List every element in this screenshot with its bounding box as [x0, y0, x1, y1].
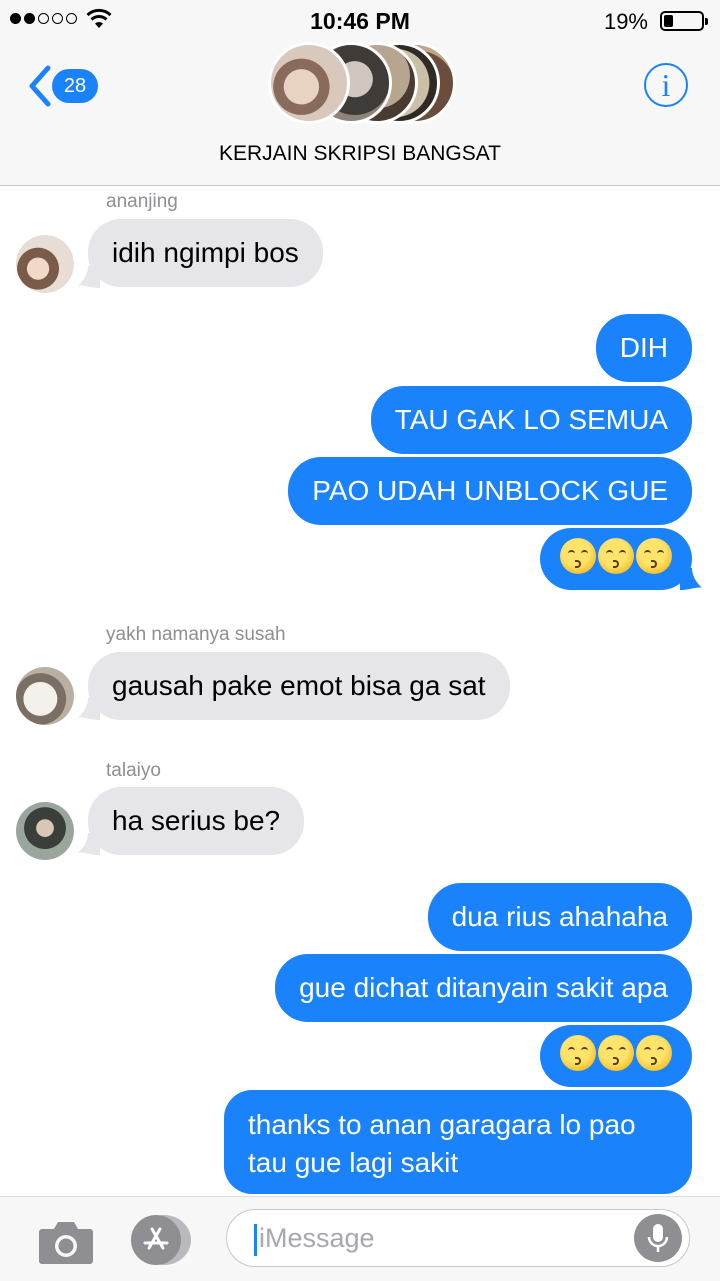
text-cursor [254, 1224, 257, 1256]
kissing-face-emoji [560, 538, 596, 574]
sender-name: talaiyo [106, 760, 161, 781]
status-bar: 10:46 PM 19% [0, 0, 720, 42]
chevron-left-icon [29, 65, 51, 107]
message-input-bar [0, 1196, 720, 1281]
message-input[interactable] [259, 1220, 619, 1256]
unread-count-badge: 28 [52, 69, 98, 103]
message-field[interactable] [226, 1209, 690, 1267]
app-store-button[interactable] [131, 1215, 191, 1265]
back-button[interactable]: 28 [26, 64, 98, 108]
battery-icon [660, 11, 708, 31]
group-avatars[interactable] [268, 42, 458, 126]
outgoing-message[interactable]: TAU GAK LO SEMUA [370, 386, 692, 454]
kissing-face-emoji [598, 538, 634, 574]
group-name[interactable]: KERJAIN SKRIPSI BANGSAT [0, 142, 720, 166]
outgoing-emoji-message[interactable] [540, 1025, 692, 1087]
incoming-message[interactable]: idih ngimpi bos [88, 219, 323, 287]
outgoing-message[interactable]: thanks to anan garagara lo pao tau gue l… [224, 1090, 692, 1194]
incoming-message[interactable]: gausah pake emot bisa ga sat [88, 652, 510, 720]
battery-nub [705, 18, 708, 25]
bubble-tail [680, 568, 702, 590]
kissing-face-emoji [636, 1035, 672, 1071]
outgoing-message[interactable]: DIH [595, 314, 692, 382]
battery-percentage: 19% [603, 9, 648, 34]
battery-fill [664, 15, 673, 27]
conversation-header: 10:46 PM 19% 28 KERJAIN SKRIPSI BANGSAT … [0, 0, 720, 186]
avatar[interactable] [16, 667, 74, 725]
info-button[interactable]: i [644, 63, 688, 107]
avatar[interactable] [16, 802, 74, 860]
app-store-icon [131, 1215, 181, 1265]
camera-icon[interactable] [38, 1219, 94, 1265]
microphone-icon[interactable] [634, 1214, 682, 1262]
avatar[interactable] [16, 235, 74, 293]
outgoing-message[interactable]: dua rius ahahaha [427, 883, 692, 951]
outgoing-emoji-message[interactable] [540, 528, 692, 590]
avatar [268, 42, 350, 124]
incoming-message[interactable]: ha serius be? [88, 787, 305, 855]
kissing-face-emoji [636, 538, 672, 574]
kissing-face-emoji [598, 1035, 634, 1071]
kissing-face-emoji [560, 1035, 596, 1071]
outgoing-message[interactable]: PAO UDAH UNBLOCK GUE [288, 457, 692, 525]
sender-name: ananjing [106, 191, 178, 212]
sender-name: yakh namanya susah [106, 624, 286, 645]
outgoing-message[interactable]: gue dichat ditanyain sakit apa [275, 954, 692, 1022]
